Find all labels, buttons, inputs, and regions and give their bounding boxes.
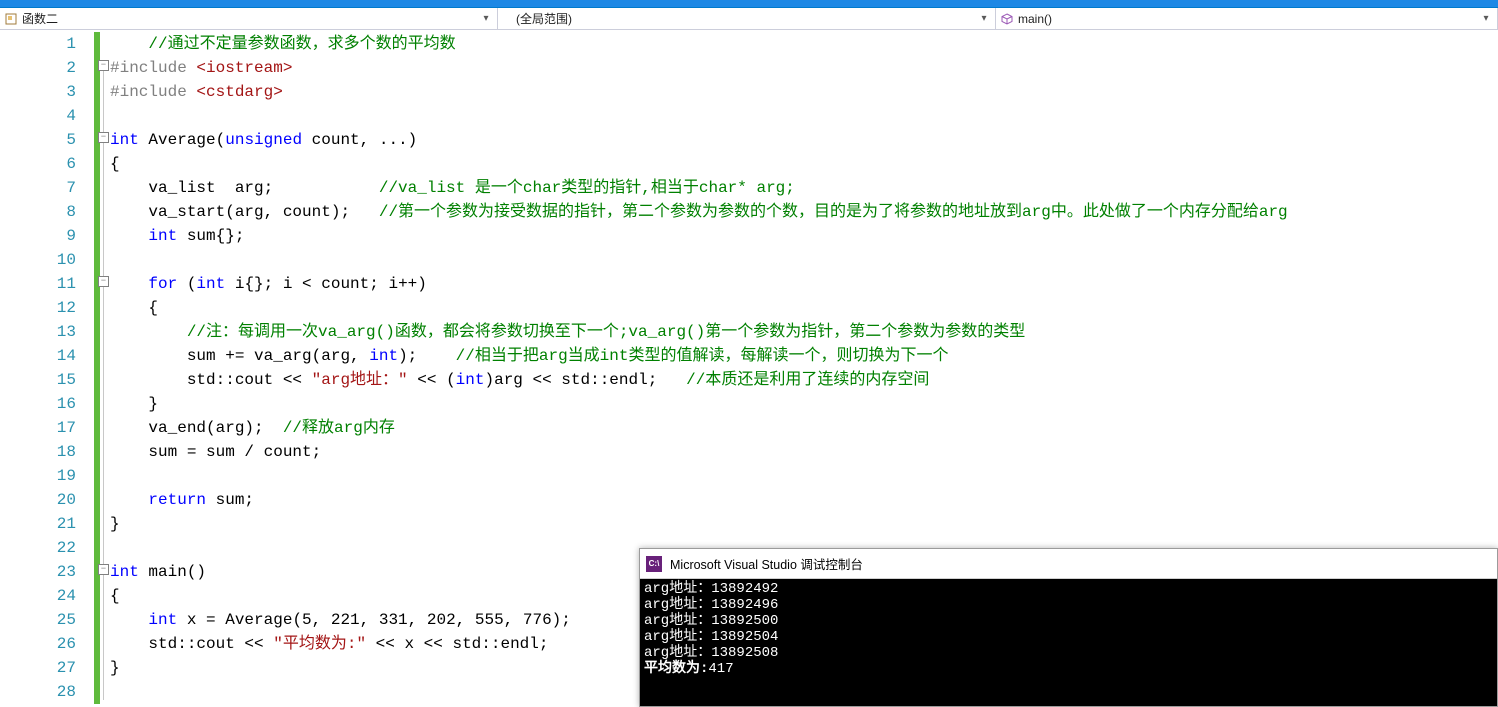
fold-toggle-average[interactable]: − [98,132,109,143]
code-line: #include <cstdarg> [110,80,1498,104]
code-line: return sum; [110,488,1498,512]
line-number: 9 [0,224,76,248]
console-output: arg地址：13892492arg地址：13892496arg地址：138925… [640,579,1497,679]
line-number: 21 [0,512,76,536]
code-line: va_end(arg); //释放arg内存 [110,416,1498,440]
line-number: 7 [0,176,76,200]
line-number: 17 [0,416,76,440]
line-number: 23 [0,560,76,584]
project-dropdown-label: 函数二 [22,10,479,27]
code-line: int sum{}; [110,224,1498,248]
line-number: 11 [0,272,76,296]
code-line: #include <iostream> [110,56,1498,80]
line-number: 10 [0,248,76,272]
code-line: //通过不定量参数函数，求多个数的平均数 [110,32,1498,56]
line-number: 27 [0,656,76,680]
line-number: 16 [0,392,76,416]
line-number: 5 [0,128,76,152]
code-line [110,248,1498,272]
chevron-down-icon: ▾ [977,13,991,24]
line-number: 3 [0,80,76,104]
console-line: arg地址：13892504 [644,629,1493,645]
navigation-bar: 函数二 ▾ (全局范围) ▾ main() ▾ [0,8,1498,30]
console-line: arg地址：13892496 [644,597,1493,613]
code-line: { [110,296,1498,320]
debug-console-window[interactable]: C:\ Microsoft Visual Studio 调试控制台 arg地址：… [639,548,1498,707]
code-line: //注：每调用一次va_arg()函数，都会将参数切换至下一个;va_arg()… [110,320,1498,344]
console-line: arg地址：13892492 [644,581,1493,597]
code-line: for (int i{}; i < count; i++) [110,272,1498,296]
console-line: 平均数为:417 [644,661,1493,677]
line-number: 8 [0,200,76,224]
line-number: 18 [0,440,76,464]
line-number: 22 [0,536,76,560]
line-number: 4 [0,104,76,128]
code-line: va_start(arg, count); //第一个参数为接受数据的指针，第二… [110,200,1498,224]
code-line [110,104,1498,128]
fold-toggle-for[interactable]: − [98,276,109,287]
line-number: 24 [0,584,76,608]
code-line: { [110,152,1498,176]
code-line: } [110,392,1498,416]
chevron-down-icon: ▾ [479,13,493,24]
line-number: 13 [0,320,76,344]
project-dropdown[interactable]: 函数二 ▾ [0,8,498,29]
line-number: 26 [0,632,76,656]
console-title: Microsoft Visual Studio 调试控制台 [670,554,863,573]
line-number: 20 [0,488,76,512]
vs-console-icon: C:\ [646,556,662,572]
scope-dropdown[interactable]: (全局范围) ▾ [498,8,996,29]
line-number: 28 [0,680,76,704]
code-line [110,464,1498,488]
code-line: int Average(unsigned count, ...) [110,128,1498,152]
fold-toggle-include[interactable]: − [98,60,109,71]
code-line: sum = sum / count; [110,440,1498,464]
fold-column[interactable]: − − − − [100,30,110,707]
cube-icon [1000,12,1014,26]
code-line: } [110,512,1498,536]
line-number: 12 [0,296,76,320]
fold-toggle-main[interactable]: − [98,564,109,575]
function-dropdown[interactable]: main() ▾ [996,8,1498,29]
window-top-accent [0,0,1498,8]
console-line: arg地址：13892508 [644,645,1493,661]
line-number: 14 [0,344,76,368]
line-number: 6 [0,152,76,176]
code-line: sum += va_arg(arg, int); //相当于把arg当成int类… [110,344,1498,368]
code-line: std::cout << "arg地址：" << (int)arg << std… [110,368,1498,392]
class-icon [4,12,18,26]
chevron-down-icon: ▾ [1479,13,1493,24]
console-line: arg地址：13892500 [644,613,1493,629]
console-titlebar[interactable]: C:\ Microsoft Visual Studio 调试控制台 [640,549,1497,579]
line-number-gutter: 1234567891011121314151617181920212223242… [0,30,94,707]
line-number: 15 [0,368,76,392]
line-number: 19 [0,464,76,488]
line-number: 1 [0,32,76,56]
function-dropdown-label: main() [1018,12,1479,26]
scope-dropdown-label: (全局范围) [516,10,977,27]
line-number: 2 [0,56,76,80]
line-number: 25 [0,608,76,632]
code-line: va_list arg; //va_list 是一个char类型的指针,相当于c… [110,176,1498,200]
